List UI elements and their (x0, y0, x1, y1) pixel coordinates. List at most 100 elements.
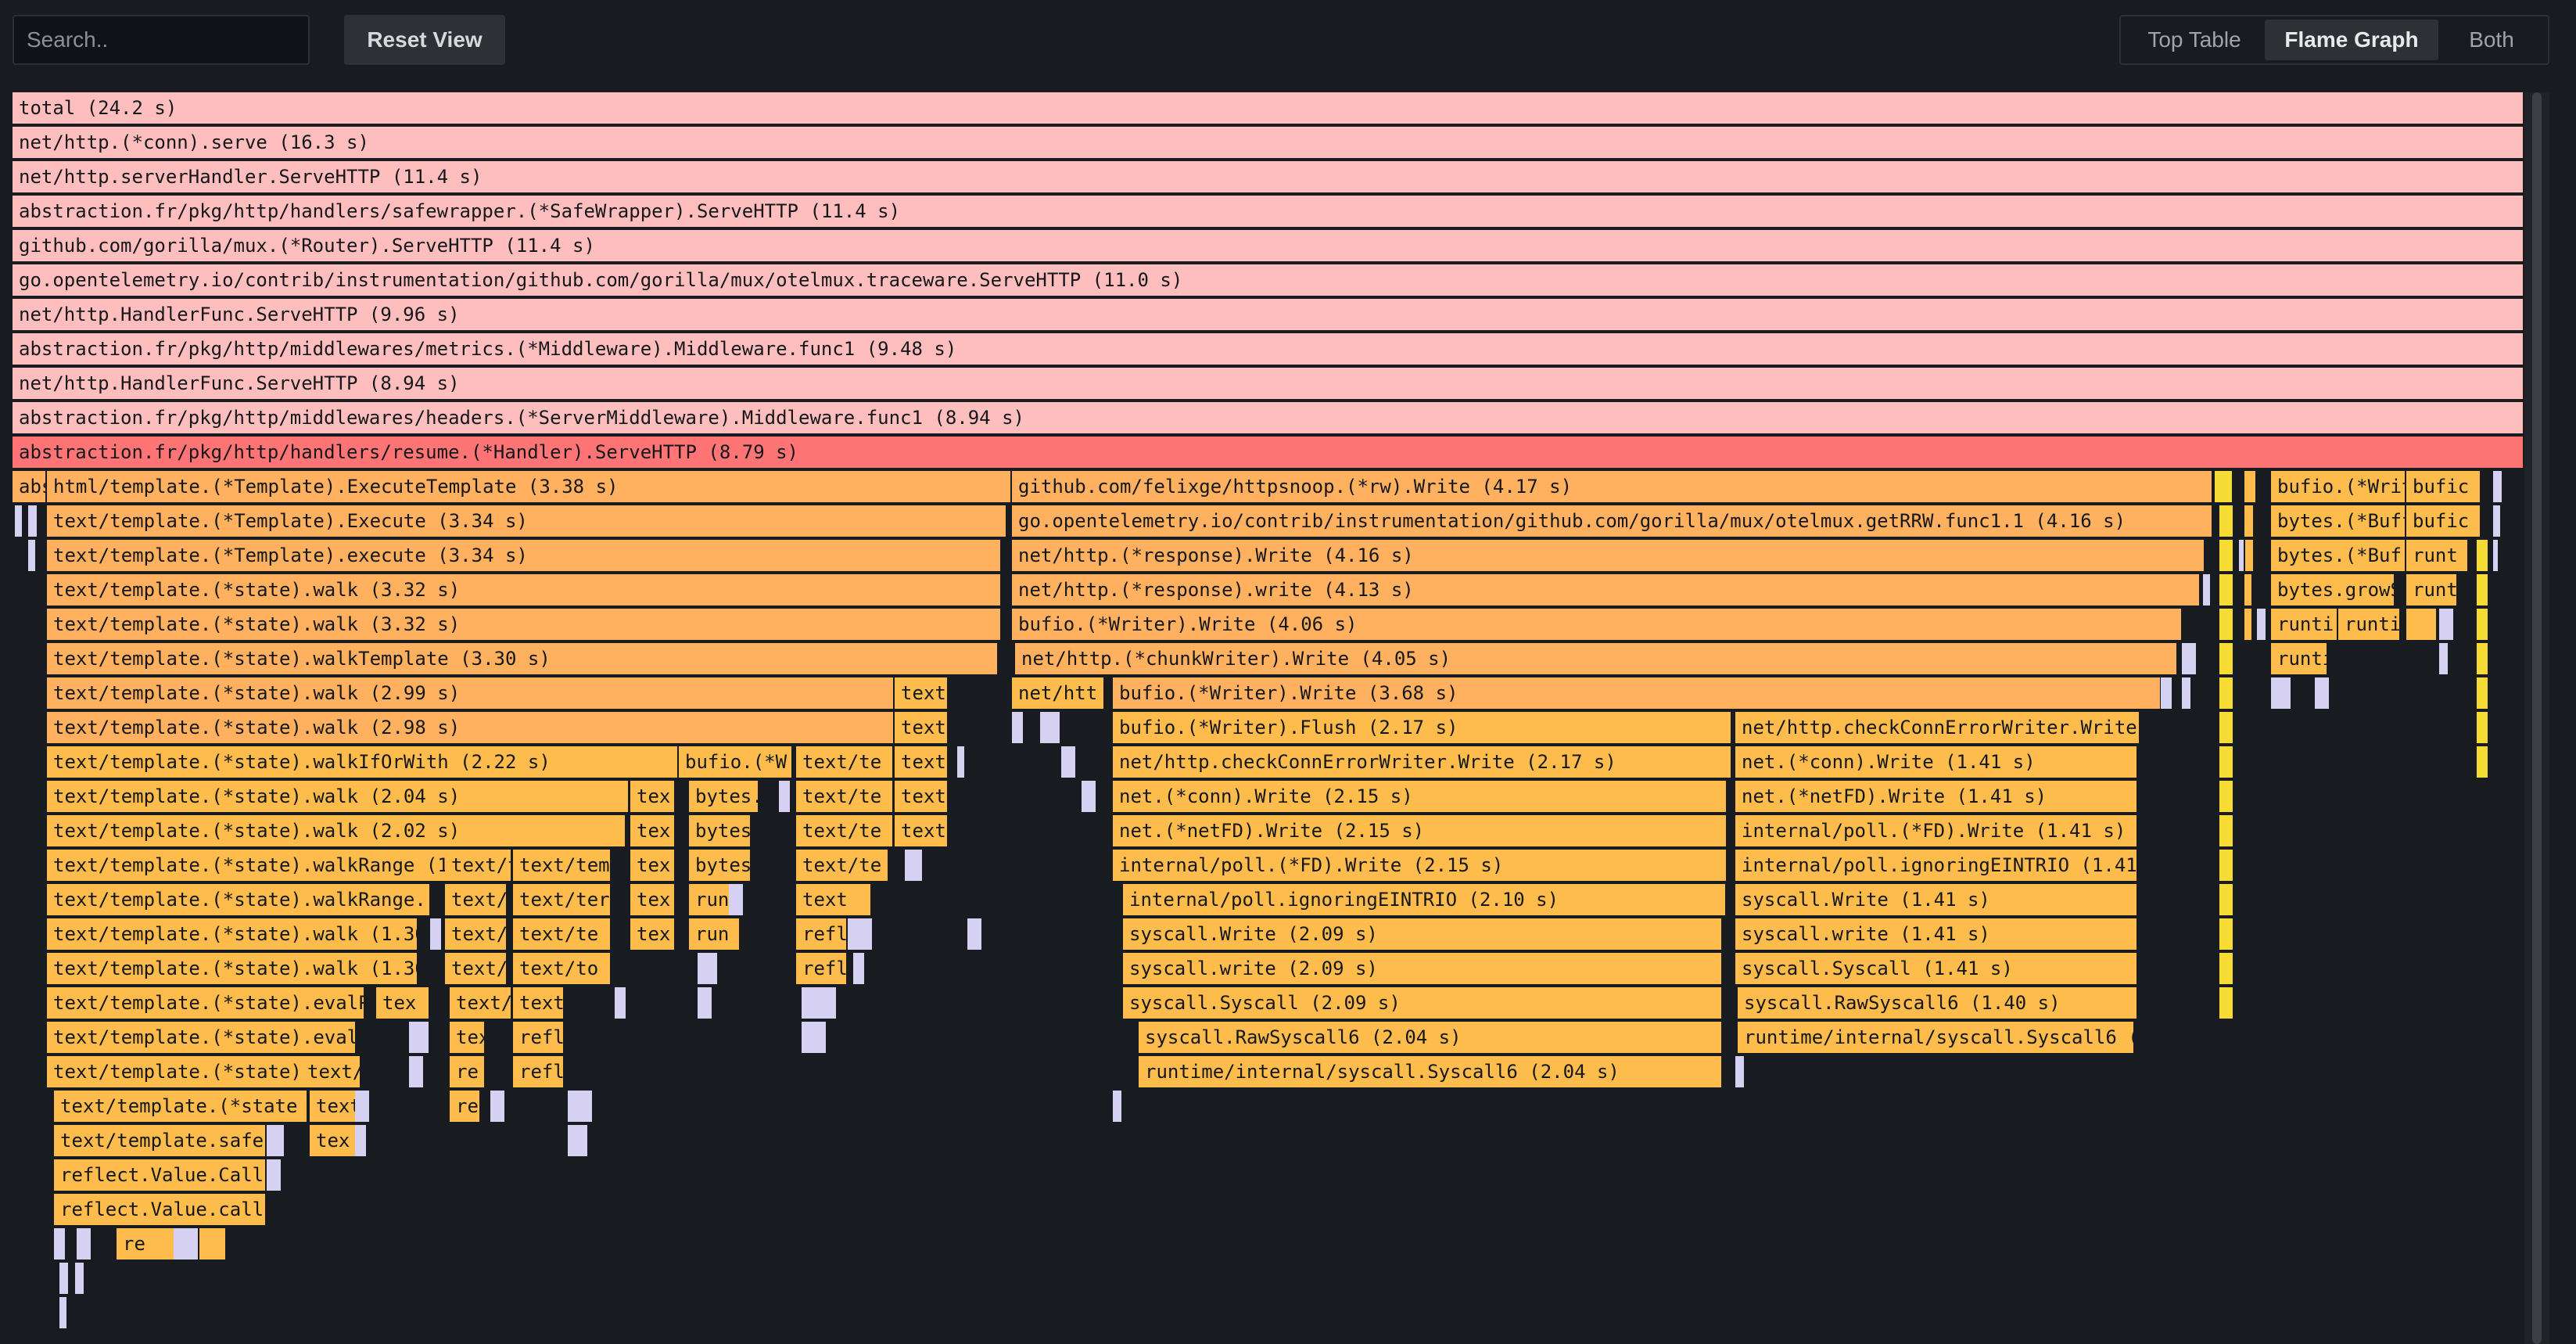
flame-frame[interactable]: refl (513, 1022, 565, 1055)
flame-frame[interactable]: bufio.(*Writ (2271, 471, 2406, 504)
flame-frame[interactable]: text (310, 1091, 357, 1123)
flame-frame[interactable] (409, 1056, 425, 1089)
flame-frame[interactable]: text/ter (513, 884, 612, 917)
flame-frame[interactable]: bytes (689, 815, 752, 848)
flame-frame[interactable]: text/te (796, 850, 889, 882)
flame-frame[interactable]: syscall.RawSyscall6 (2.04 s) (1139, 1022, 1723, 1055)
flame-frame[interactable] (615, 987, 627, 1020)
flame-frame[interactable] (355, 1091, 371, 1123)
flame-frame[interactable]: syscall.Write (1.41 s) (1735, 884, 2138, 917)
scrollbar-thumb[interactable] (2532, 92, 2542, 1344)
flame-frame[interactable]: re (450, 1091, 481, 1123)
flame-frame[interactable]: text/te (513, 918, 612, 951)
flame-frame[interactable]: text/template.(*state).walk (2.98 s) (47, 712, 895, 745)
flame-frame[interactable] (568, 1091, 594, 1123)
flame-frame[interactable]: abstraction.fr/pkg/http/middlewares/metr… (13, 333, 2524, 366)
flame-frame[interactable] (2271, 677, 2292, 710)
flame-frame[interactable] (2219, 540, 2234, 573)
flame-frame[interactable] (698, 987, 713, 1020)
flame-frame[interactable]: tex (376, 987, 430, 1020)
flame-frame[interactable] (2219, 746, 2234, 779)
flame-frame[interactable]: text/te (796, 815, 894, 848)
flame-frame[interactable]: reflect.Value.call (54, 1194, 267, 1227)
flame-frame[interactable]: tex (310, 1125, 357, 1158)
flame-frame[interactable] (2477, 746, 2489, 779)
flame-frame[interactable]: net/htt (1012, 677, 1105, 710)
flame-frame[interactable]: text/ (445, 918, 508, 951)
flame-frame[interactable] (2406, 609, 2438, 641)
flame-frame[interactable]: syscall.Syscall (2.09 s) (1123, 987, 1723, 1020)
flame-frame[interactable]: total (24.2 s) (13, 92, 2524, 125)
flame-frame[interactable]: github.com/gorilla/mux.(*Router).ServeHT… (13, 230, 2524, 263)
flame-frame[interactable] (568, 1125, 589, 1158)
flame-frame[interactable]: text/template.(*state) (47, 1056, 335, 1089)
flame-frame[interactable]: text/to (513, 953, 612, 986)
flame-frame[interactable] (430, 918, 443, 951)
flame-frame[interactable] (2219, 987, 2234, 1020)
flame-frame[interactable]: net.(*netFD).Write (2.15 s) (1113, 815, 1727, 848)
flame-frame[interactable] (15, 505, 23, 538)
flame-frame[interactable] (2203, 574, 2212, 607)
flame-frame[interactable]: internal/poll.(*FD).Write (2.15 s) (1113, 850, 1727, 882)
flame-frame[interactable] (2161, 677, 2173, 710)
flame-frame[interactable] (355, 1125, 368, 1158)
flame-frame[interactable]: bufic (2406, 471, 2481, 504)
flame-frame[interactable] (2219, 505, 2234, 538)
flame-frame[interactable] (1012, 712, 1024, 745)
flame-frame[interactable]: internal/poll.ignoringEINTRIO (2.10 s) (1123, 884, 1727, 917)
flame-frame[interactable]: text/template.(*Template).execute (3.34 … (47, 540, 1002, 573)
flame-frame[interactable] (54, 1228, 66, 1261)
flame-frame[interactable]: syscall.write (2.09 s) (1123, 953, 1723, 986)
flame-frame[interactable] (2244, 609, 2253, 641)
flame-frame[interactable] (779, 781, 791, 814)
flame-frame[interactable]: bytes. (689, 781, 759, 814)
flame-frame[interactable]: text/ (895, 712, 949, 745)
flame-frame[interactable]: net/http.(*conn).serve (16.3 s) (13, 127, 2524, 160)
flame-frame[interactable] (2244, 505, 2255, 538)
flame-frame[interactable]: reflect.Value.Call (54, 1159, 267, 1192)
flame-frame[interactable]: text/template.(*state).walk (3.32 s) (47, 574, 1002, 607)
flame-frame[interactable]: text/template.safe( (54, 1125, 267, 1158)
flame-frame[interactable] (2219, 884, 2234, 917)
flame-frame[interactable]: bytes.(*Buff (2271, 505, 2406, 538)
flame-frame[interactable]: run (689, 918, 741, 951)
flame-frame[interactable]: refl (513, 1056, 565, 1089)
flame-frame[interactable]: abs (13, 471, 47, 504)
flame-frame[interactable] (2182, 643, 2197, 676)
flame-frame[interactable]: text/te (796, 781, 894, 814)
flame-frame[interactable]: refl (796, 953, 848, 986)
view-option-both[interactable]: Both (2438, 20, 2545, 60)
flame-frame[interactable]: text/template.(*state).walkRange (1 (47, 850, 456, 882)
flame-frame[interactable] (2477, 609, 2489, 641)
flame-frame[interactable]: html/template.(*Template).ExecuteTemplat… (47, 471, 1012, 504)
flame-frame[interactable]: bufio.(*Writer).Flush (2.17 s) (1113, 712, 1732, 745)
flame-frame[interactable]: text (796, 884, 872, 917)
flame-frame[interactable] (2493, 540, 2499, 573)
flame-frame[interactable] (2257, 609, 2267, 641)
flame-frame[interactable] (2219, 609, 2234, 641)
flame-frame[interactable]: text/template.(*state).walk (1.30 (47, 953, 418, 986)
flame-frame[interactable]: text (895, 815, 949, 848)
flame-frame[interactable]: runti (2271, 643, 2328, 676)
view-option-top-table[interactable]: Top Table (2124, 20, 2265, 60)
flame-frame[interactable]: text (895, 746, 949, 779)
flame-frame[interactable] (77, 1228, 92, 1261)
flame-frame[interactable]: net/http.checkConnErrorWriter.Write (2.1… (1113, 746, 1732, 779)
flame-frame[interactable]: text (895, 781, 949, 814)
flame-frame[interactable] (2493, 471, 2503, 504)
flame-frame[interactable]: text/template.(*state).walk (2.99 s) (47, 677, 895, 710)
flame-frame[interactable] (2219, 643, 2234, 676)
flame-frame[interactable] (267, 1159, 282, 1192)
flame-frame[interactable]: text/ (445, 953, 508, 986)
flame-frame[interactable]: net/http.checkConnErrorWriter.Write (1735, 712, 2140, 745)
flame-frame[interactable] (2219, 677, 2234, 710)
flame-frame[interactable]: tex (630, 781, 676, 814)
flame-frame[interactable] (848, 918, 874, 951)
view-option-flame-graph[interactable]: Flame Graph (2265, 20, 2438, 60)
flame-frame[interactable]: text/ (895, 677, 949, 710)
flame-frame[interactable]: text/template.(*state).walk (1.30 (47, 918, 418, 951)
flame-frame[interactable] (2182, 677, 2192, 710)
flame-frame[interactable]: net/http.(*chunkWriter).Write (4.05 s) (1015, 643, 2178, 676)
flame-frame[interactable]: net/http.HandlerFunc.ServeHTTP (8.94 s) (13, 368, 2524, 401)
flame-frame[interactable] (2477, 540, 2489, 573)
